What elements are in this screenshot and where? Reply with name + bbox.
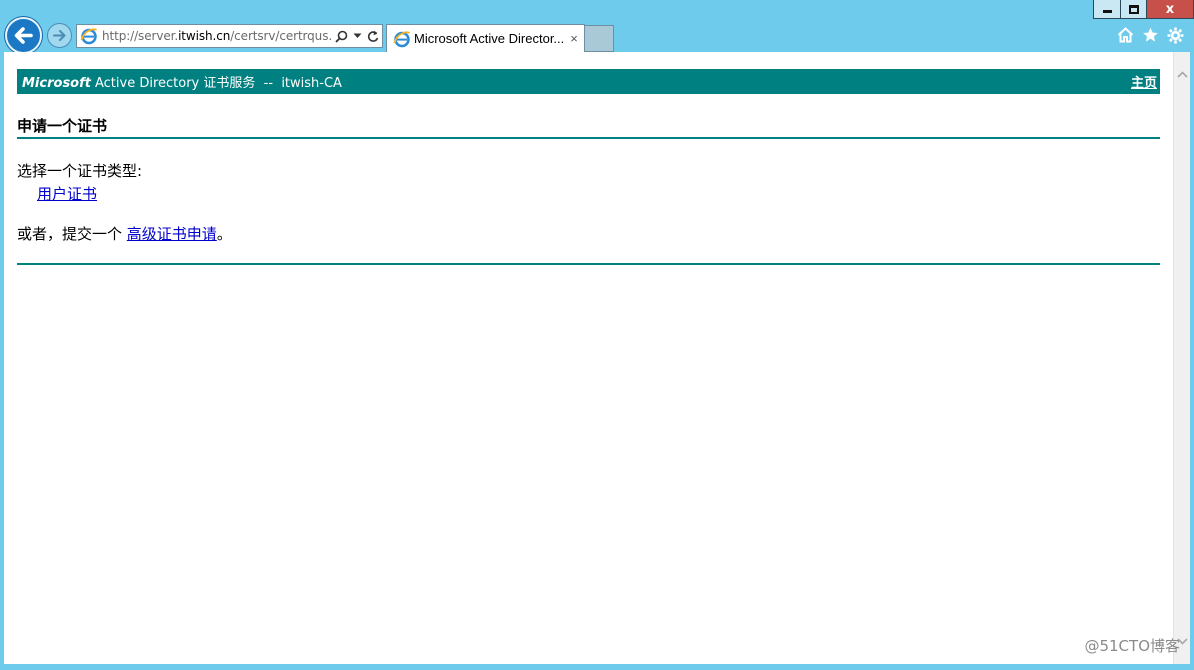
chevron-up-icon <box>1177 71 1188 78</box>
home-button[interactable] <box>1116 26 1134 44</box>
address-bar[interactable]: http://server.itwish.cn/certsrv/certrqus… <box>76 24 383 48</box>
search-button[interactable] <box>333 27 349 45</box>
ie-page-icon <box>80 28 98 45</box>
service-name: Active Directory 证书服务 <box>94 76 256 91</box>
tab-title: Microsoft Active Director... <box>414 31 565 46</box>
header-title: Microsoft Active Directory 证书服务 -- itwish… <box>22 72 342 91</box>
back-button[interactable] <box>5 17 42 54</box>
certsrv-page: Microsoft Active Directory 证书服务 -- itwish… <box>17 69 1160 265</box>
close-icon: x <box>1165 1 1175 17</box>
address-dropdown-button[interactable] <box>349 27 365 45</box>
alt-suffix: 。 <box>216 225 232 243</box>
search-icon <box>334 30 347 43</box>
home-link[interactable]: 主页 <box>1131 72 1157 91</box>
advanced-request-line: 或者，提交一个 高级证书申请。 <box>17 223 1160 244</box>
ca-name: itwish-CA <box>281 76 342 91</box>
arrow-right-icon <box>53 30 66 41</box>
star-icon <box>1142 27 1158 42</box>
watermark: @51CTO博客 <box>1084 637 1180 655</box>
home-icon <box>1117 27 1133 43</box>
tools-button[interactable] <box>1166 26 1184 44</box>
title-divider <box>17 137 1160 139</box>
gear-icon <box>1167 27 1183 43</box>
minimize-icon <box>1102 10 1112 13</box>
vertical-scrollbar[interactable] <box>1173 52 1190 664</box>
ie-tab-icon <box>393 30 411 47</box>
minimize-button[interactable] <box>1093 0 1120 19</box>
address-url[interactable]: http://server.itwish.cn/certsrv/certrqus… <box>102 29 331 43</box>
tab-certificate-services[interactable]: Microsoft Active Director... × <box>386 24 585 52</box>
advanced-request-link[interactable]: 高级证书申请 <box>127 225 217 243</box>
brand-microsoft: Microsoft <box>22 76 91 91</box>
page-title: 申请一个证书 <box>17 117 108 135</box>
chevron-down-icon <box>353 33 361 38</box>
maximize-icon <box>1128 4 1139 14</box>
user-certificate-link[interactable]: 用户证书 <box>37 183 97 204</box>
cert-type-prompt: 选择一个证书类型: <box>17 162 143 180</box>
scroll-up-arrow[interactable] <box>1174 66 1191 83</box>
close-window-button[interactable]: x <box>1146 0 1194 19</box>
arrow-left-icon <box>14 27 33 44</box>
window-controls: x <box>1093 0 1194 19</box>
browser-viewport: Microsoft Active Directory 证书服务 -- itwish… <box>4 52 1190 664</box>
bottom-divider <box>17 263 1160 265</box>
refresh-icon <box>367 30 379 42</box>
header-separator: -- <box>263 76 274 91</box>
command-icons <box>1116 26 1184 44</box>
new-tab-button[interactable] <box>585 25 614 52</box>
refresh-button[interactable] <box>365 27 381 45</box>
forward-button[interactable] <box>47 23 72 48</box>
page-header: Microsoft Active Directory 证书服务 -- itwish… <box>17 69 1160 94</box>
favorites-button[interactable] <box>1141 26 1159 44</box>
alt-prefix: 或者，提交一个 <box>17 225 123 243</box>
maximize-button[interactable] <box>1120 0 1146 19</box>
tab-close-icon[interactable]: × <box>566 31 582 46</box>
